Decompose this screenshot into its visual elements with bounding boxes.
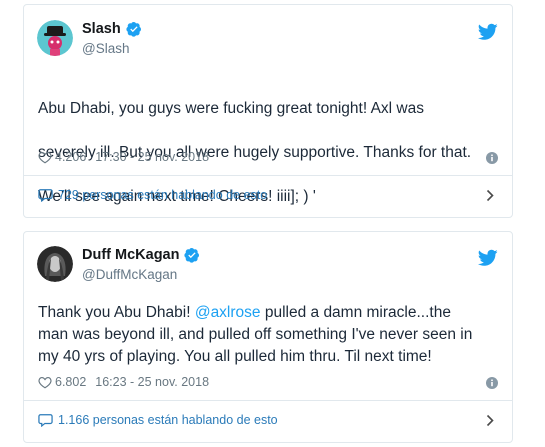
- author-name[interactable]: Duff McKagan: [82, 247, 179, 263]
- verified-badge-icon: [184, 248, 200, 263]
- info-icon[interactable]: [486, 377, 498, 389]
- tweet-timestamp[interactable]: 17:30 - 25 nov. 2018: [95, 150, 209, 164]
- author-handle[interactable]: @Slash: [82, 41, 142, 56]
- like-count[interactable]: 6.802: [55, 375, 86, 389]
- author-name[interactable]: Slash: [82, 21, 121, 37]
- verified-badge-icon: [126, 22, 141, 37]
- divider: [24, 175, 512, 176]
- conversation-link[interactable]: 1.166 personas están hablando de esto: [38, 413, 278, 427]
- info-icon[interactable]: [486, 152, 498, 164]
- tweet-timestamp[interactable]: 16:23 - 25 nov. 2018: [95, 375, 209, 389]
- tweet-text-prefix: Thank you Abu Dhabi!: [38, 304, 195, 321]
- chevron-right-icon[interactable]: [486, 189, 494, 202]
- conversation-link[interactable]: 729 personas están hablando de esto: [38, 188, 267, 202]
- author-handle[interactable]: @DuffMcKagan: [82, 267, 200, 282]
- comment-bubble-icon: [38, 414, 53, 427]
- twitter-bird-icon[interactable]: [478, 23, 498, 41]
- avatar[interactable]: [37, 246, 73, 282]
- conversation-count[interactable]: 1.166 personas están hablando de esto: [58, 413, 278, 427]
- divider: [24, 400, 512, 401]
- like-heart-icon[interactable]: [38, 151, 52, 164]
- twitter-bird-icon[interactable]: [478, 249, 498, 267]
- tweet-text: Thank you Abu Dhabi! @axlrose pulled a d…: [38, 302, 500, 368]
- mention-link[interactable]: @axlrose: [195, 304, 261, 321]
- tweet-card-slash[interactable]: Slash @Slash Abu Dhabi, you guys were fu…: [23, 4, 513, 218]
- comment-bubble-icon: [38, 189, 53, 202]
- avatar[interactable]: [37, 20, 73, 56]
- chevron-right-icon[interactable]: [486, 414, 494, 427]
- tweet-card-duff[interactable]: Duff McKagan @DuffMcKagan Thank you Abu …: [23, 231, 513, 443]
- conversation-count[interactable]: 729 personas están hablando de esto: [58, 188, 267, 202]
- like-count[interactable]: 4.206: [55, 150, 86, 164]
- like-heart-icon[interactable]: [38, 376, 52, 389]
